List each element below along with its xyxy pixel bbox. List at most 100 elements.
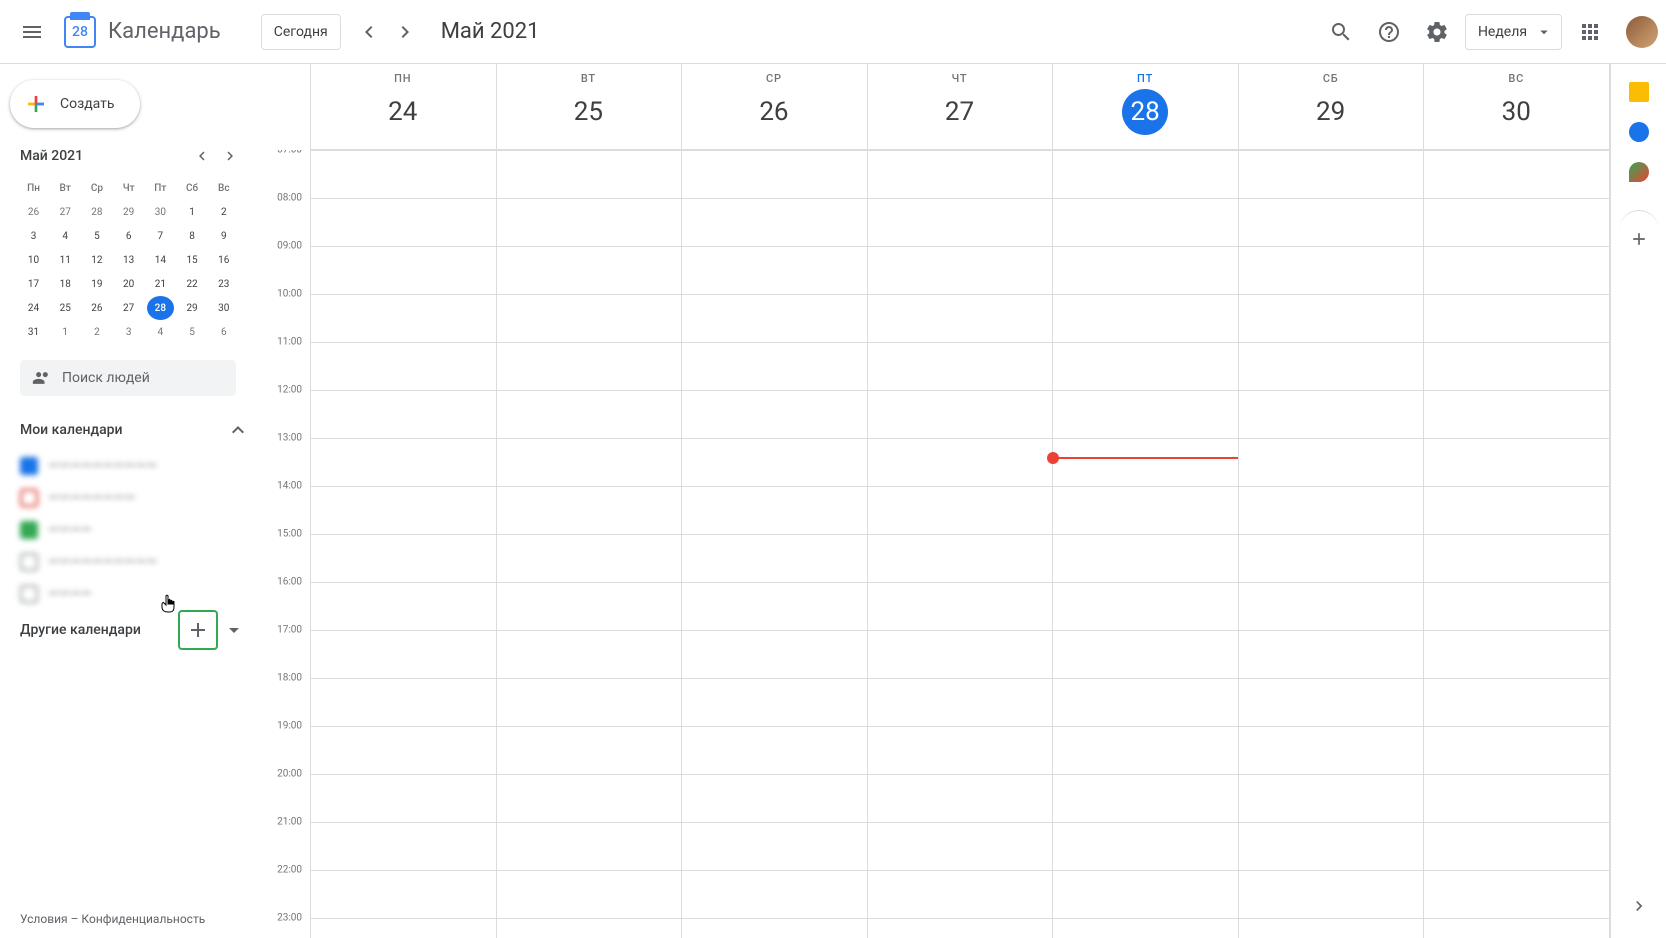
mini-day-cell[interactable]: 5 — [83, 224, 110, 248]
mini-day-cell[interactable]: 1 — [179, 200, 206, 224]
mini-day-cell[interactable]: 1 — [52, 320, 79, 344]
day-column-header[interactable]: ПН24 — [310, 64, 496, 150]
mini-day-cell[interactable]: 4 — [147, 320, 174, 344]
other-calendars-toggle[interactable] — [218, 614, 250, 646]
mini-day-cell[interactable]: 25 — [52, 296, 79, 320]
day-column[interactable] — [867, 150, 1053, 938]
mini-next-month[interactable] — [218, 144, 242, 168]
tasks-icon[interactable] — [1629, 122, 1649, 142]
chevron-right-icon — [393, 20, 417, 44]
mini-day-cell[interactable]: 19 — [83, 272, 110, 296]
mini-day-cell[interactable]: 28 — [147, 296, 174, 320]
day-column-header[interactable]: СБ29 — [1238, 64, 1424, 150]
mini-day-cell[interactable]: 6 — [115, 224, 142, 248]
mini-day-cell[interactable]: 22 — [179, 272, 206, 296]
mini-day-cell[interactable]: 3 — [115, 320, 142, 344]
maps-icon[interactable] — [1629, 162, 1649, 182]
day-number: 27 — [937, 89, 983, 135]
hour-label: 17:00 — [277, 625, 302, 636]
mini-day-cell[interactable]: 17 — [20, 272, 47, 296]
my-calendars-toggle[interactable]: Мои календари — [20, 412, 250, 448]
keep-icon[interactable] — [1629, 82, 1649, 102]
calendar-checkbox-item[interactable]: —————————— — [20, 454, 250, 478]
mini-day-cell[interactable]: 13 — [115, 248, 142, 272]
logo[interactable]: 28 Календарь — [60, 12, 221, 52]
mini-day-cell[interactable]: 16 — [210, 248, 237, 272]
day-column[interactable] — [496, 150, 682, 938]
mini-day-cell[interactable]: 5 — [179, 320, 206, 344]
calendar-checkbox-item[interactable]: ———————— — [20, 486, 250, 510]
day-column-header[interactable]: ВС30 — [1423, 64, 1609, 150]
day-column-header[interactable]: СР26 — [681, 64, 867, 150]
mini-day-cell[interactable]: 27 — [52, 200, 79, 224]
collapse-panel-button[interactable] — [1619, 886, 1659, 926]
mini-day-cell[interactable]: 18 — [52, 272, 79, 296]
settings-button[interactable] — [1417, 12, 1457, 52]
day-number: 26 — [751, 89, 797, 135]
calendar-checkbox-item[interactable]: ———— — [20, 582, 250, 606]
mini-day-cell[interactable]: 28 — [83, 200, 110, 224]
add-other-calendar-button[interactable] — [178, 610, 218, 650]
hour-label: 08:00 — [277, 193, 302, 204]
mini-day-cell[interactable]: 29 — [179, 296, 206, 320]
calendar-color-checkbox — [20, 585, 38, 603]
mini-day-cell[interactable]: 3 — [20, 224, 47, 248]
mini-day-cell[interactable]: 10 — [20, 248, 47, 272]
day-column-header[interactable]: ПТ28 — [1052, 64, 1238, 150]
day-column[interactable] — [1052, 150, 1238, 938]
prev-week-button[interactable] — [353, 16, 385, 48]
mini-day-cell[interactable]: 11 — [52, 248, 79, 272]
user-avatar[interactable] — [1626, 16, 1658, 48]
plus-icon — [186, 618, 210, 642]
mini-day-cell[interactable]: 14 — [147, 248, 174, 272]
main-menu-button[interactable] — [8, 8, 56, 56]
day-column[interactable] — [1423, 150, 1609, 938]
day-column[interactable] — [1238, 150, 1424, 938]
main-content: Создать Май 2021 ПнВтСрЧтПтСбВс262728293… — [0, 64, 1666, 938]
time-grid[interactable]: GMT+07 07:0008:0009:0010:0011:0012:0013:… — [256, 150, 1609, 938]
calendar-checkbox-item[interactable]: —————————— — [20, 550, 250, 574]
mini-day-cell[interactable]: 23 — [210, 272, 237, 296]
mini-day-cell[interactable]: 15 — [179, 248, 206, 272]
search-people-input[interactable]: Поиск людей — [20, 360, 236, 396]
calendar-item-label: —————————— — [48, 554, 250, 570]
mini-day-cell[interactable]: 12 — [83, 248, 110, 272]
mini-day-cell[interactable]: 7 — [147, 224, 174, 248]
my-calendars-section: Мои календари ——————————————————————————… — [0, 412, 256, 612]
search-button[interactable] — [1321, 12, 1361, 52]
mini-day-cell[interactable]: 26 — [83, 296, 110, 320]
day-column-header[interactable]: ЧТ27 — [867, 64, 1053, 150]
mini-day-cell[interactable]: 26 — [20, 200, 47, 224]
create-button[interactable]: Создать — [10, 80, 140, 128]
today-button[interactable]: Сегодня — [261, 14, 341, 50]
app-name: Календарь — [108, 19, 221, 44]
footer-links[interactable]: Условия – Конфиденциальность — [20, 912, 205, 926]
day-column-header[interactable]: ВТ25 — [496, 64, 682, 150]
add-addon-button[interactable] — [1619, 210, 1659, 250]
mini-day-cell[interactable]: 8 — [179, 224, 206, 248]
mini-day-cell[interactable]: 27 — [115, 296, 142, 320]
mini-day-cell[interactable]: 30 — [210, 296, 237, 320]
calendar-item-label: ———————— — [48, 490, 250, 506]
mini-day-cell[interactable]: 29 — [115, 200, 142, 224]
hour-label: 12:00 — [277, 385, 302, 396]
mini-day-cell[interactable]: 4 — [52, 224, 79, 248]
mini-dow-label: Пт — [147, 176, 174, 200]
help-button[interactable] — [1369, 12, 1409, 52]
day-column[interactable] — [310, 150, 496, 938]
next-week-button[interactable] — [389, 16, 421, 48]
mini-day-cell[interactable]: 21 — [147, 272, 174, 296]
view-selector[interactable]: Неделя — [1465, 14, 1562, 50]
apps-button[interactable] — [1570, 12, 1610, 52]
mini-prev-month[interactable] — [190, 144, 214, 168]
mini-day-cell[interactable]: 20 — [115, 272, 142, 296]
mini-day-cell[interactable]: 24 — [20, 296, 47, 320]
mini-day-cell[interactable]: 2 — [210, 200, 237, 224]
mini-day-cell[interactable]: 6 — [210, 320, 237, 344]
mini-day-cell[interactable]: 31 — [20, 320, 47, 344]
mini-day-cell[interactable]: 9 — [210, 224, 237, 248]
mini-day-cell[interactable]: 30 — [147, 200, 174, 224]
day-column[interactable] — [681, 150, 867, 938]
mini-day-cell[interactable]: 2 — [83, 320, 110, 344]
calendar-checkbox-item[interactable]: ———— — [20, 518, 250, 542]
